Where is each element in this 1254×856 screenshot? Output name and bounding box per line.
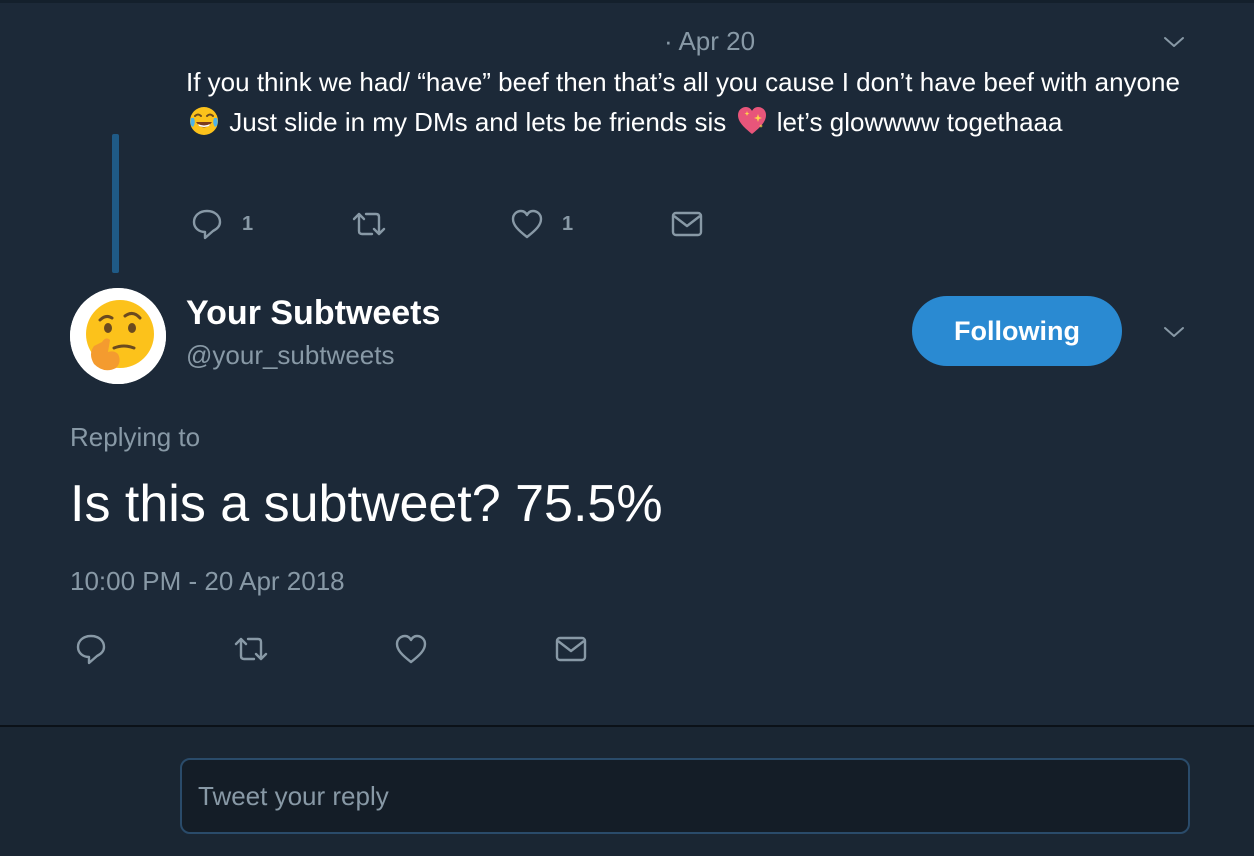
- parent-reply-action[interactable]: 1: [190, 207, 253, 241]
- retweet-action[interactable]: [232, 632, 270, 666]
- dm-action[interactable]: [554, 632, 588, 666]
- parent-reply-count: 1: [242, 212, 254, 235]
- parent-tweet-date[interactable]: · Apr 20: [664, 26, 755, 57]
- heart-icon[interactable]: [510, 207, 544, 241]
- reply-action[interactable]: [74, 632, 108, 666]
- heart-icon[interactable]: [394, 632, 428, 666]
- envelope-icon[interactable]: [670, 207, 704, 241]
- parent-dm-action[interactable]: [670, 207, 704, 241]
- reply-input[interactable]: [180, 758, 1190, 834]
- thinking-face-icon: [70, 288, 166, 384]
- parent-tweet-text-part2: Just slide in my DMs and lets be friends…: [229, 107, 727, 137]
- user-handle[interactable]: @your_subtweets: [186, 340, 395, 371]
- parent-like-count: 1: [562, 212, 574, 235]
- parent-tweet-text: If you think we had/ “have” beef then th…: [186, 62, 1196, 142]
- tweet-timestamp[interactable]: 10:00 PM - 20 Apr 2018: [70, 566, 345, 597]
- parent-tweet-text-part3: let’s glowwww togethaaa: [776, 107, 1063, 137]
- reply-icon[interactable]: [74, 632, 108, 666]
- retweet-icon[interactable]: [350, 207, 388, 241]
- tweet-text: Is this a subtweet? 75.5%: [70, 475, 663, 533]
- parent-tweet-menu-chevron-down-icon[interactable]: [1162, 30, 1186, 54]
- tweet-menu-chevron-down-icon[interactable]: [1162, 320, 1186, 344]
- like-action[interactable]: [394, 632, 428, 666]
- thread-line: [112, 134, 119, 273]
- reply-icon[interactable]: [190, 207, 224, 241]
- face-with-tears-of-joy-icon: [188, 105, 220, 137]
- sparkling-heart-icon: [736, 105, 768, 137]
- following-button[interactable]: Following: [912, 296, 1122, 366]
- retweet-icon[interactable]: [232, 632, 270, 666]
- replying-to-label: Replying to: [70, 422, 201, 452]
- envelope-icon[interactable]: [554, 632, 588, 666]
- avatar[interactable]: [70, 288, 166, 384]
- parent-retweet-action[interactable]: [350, 207, 388, 241]
- display-name[interactable]: Your Subtweets: [186, 294, 440, 333]
- parent-tweet-text-part1: If you think we had/ “have” beef then th…: [186, 67, 1180, 97]
- top-border: [0, 0, 1254, 3]
- parent-like-action[interactable]: 1: [510, 207, 573, 241]
